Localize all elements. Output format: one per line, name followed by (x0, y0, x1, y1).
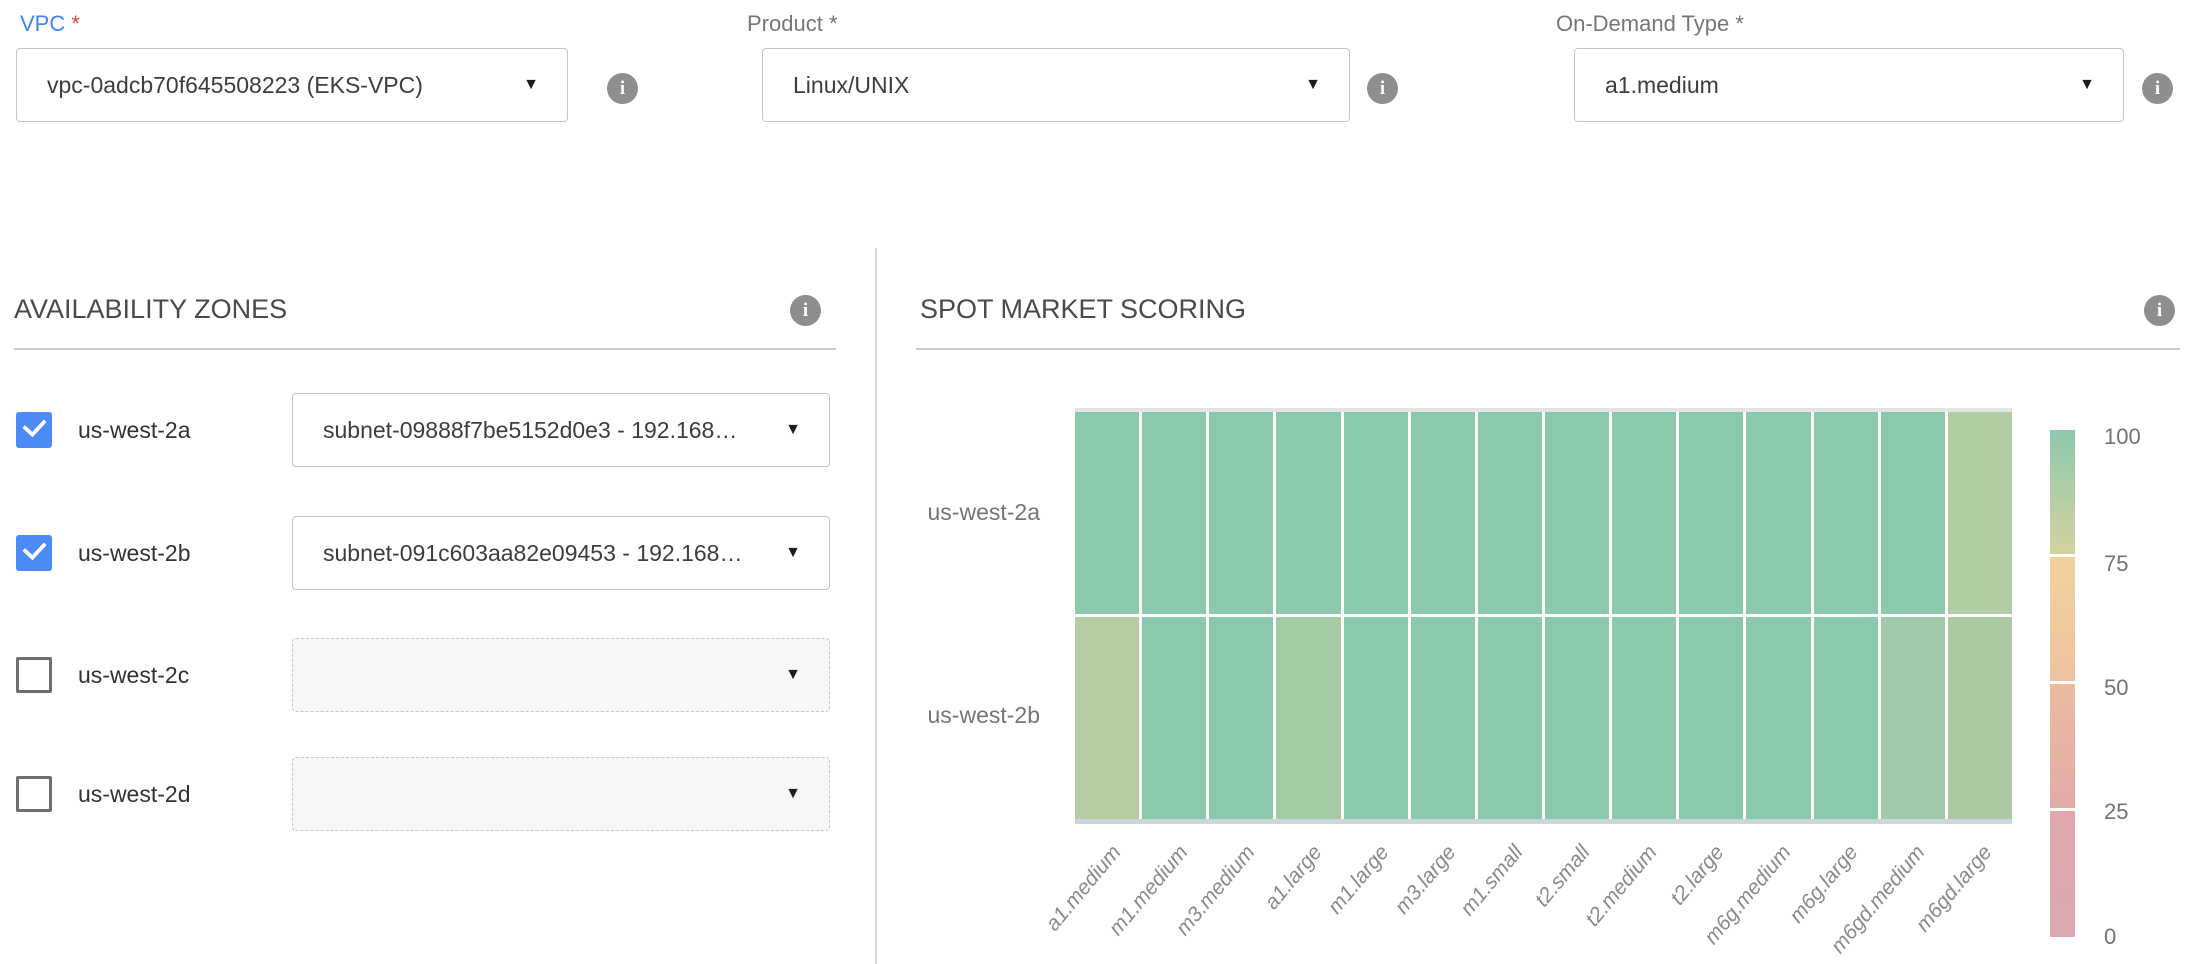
availability-zones-info-icon[interactable]: i (790, 295, 821, 326)
subnet-select-value: subnet-091c603aa82e09453 - 192.168… (293, 540, 773, 567)
heatmap-cell[interactable] (1814, 617, 1878, 819)
chevron-down-icon: ▼ (773, 666, 829, 684)
vpc-required-mark: * (71, 11, 80, 36)
product-info-icon[interactable]: i (1367, 73, 1398, 104)
colorbar-tick: 25 (2104, 799, 2128, 825)
on-demand-type-info-icon[interactable]: i (2142, 73, 2173, 104)
az-zone-label: us-west-2a (78, 393, 190, 467)
heatmap-cell[interactable] (1344, 412, 1408, 614)
vpc-info-icon[interactable]: i (607, 73, 638, 104)
colorbar-tick: 100 (2104, 424, 2141, 450)
heatmap-cell[interactable] (1679, 617, 1743, 819)
heatmap-cell[interactable] (1478, 412, 1542, 614)
chevron-down-icon: ▼ (2067, 76, 2123, 94)
product-required-mark: * (829, 11, 838, 36)
product-select[interactable]: Linux/UNIX ▼ (762, 48, 1350, 122)
heatmap-cell[interactable] (1948, 412, 2012, 614)
subnet-select-us-west-2a[interactable]: subnet-09888f7be5152d0e3 - 192.168… ▼ (292, 393, 830, 467)
az-zone-label: us-west-2c (78, 638, 189, 712)
heatmap-cell[interactable] (1746, 617, 1810, 819)
az-row-us-west-2c: us-west-2c ▼ (0, 638, 876, 712)
heatmap-cell[interactable] (1075, 617, 1139, 819)
az-zone-label: us-west-2d (78, 757, 190, 831)
chevron-down-icon: ▼ (773, 421, 829, 439)
section-divider (875, 248, 877, 964)
vpc-label-text: VPC (20, 11, 65, 36)
product-label: Product * (747, 11, 838, 37)
availability-zones-divider (14, 348, 836, 350)
heatmap-cell[interactable] (1142, 617, 1206, 819)
heatmap-cell[interactable] (1612, 412, 1676, 614)
product-label-text: Product (747, 11, 823, 36)
subnet-select-us-west-2b[interactable]: subnet-091c603aa82e09453 - 192.168… ▼ (292, 516, 830, 590)
check-icon (22, 536, 47, 561)
az-checkbox-us-west-2c[interactable] (16, 657, 52, 693)
chevron-down-icon: ▼ (773, 544, 829, 562)
az-checkbox-us-west-2b[interactable] (16, 535, 52, 571)
heatmap-cell[interactable] (1276, 412, 1340, 614)
heatmap-cell[interactable] (1142, 412, 1206, 614)
on-demand-type-select-value: a1.medium (1575, 72, 2067, 99)
check-icon (22, 413, 47, 438)
heatmap-cell[interactable] (1545, 617, 1609, 819)
chevron-down-icon: ▼ (773, 785, 829, 803)
heatmap-cell[interactable] (1881, 617, 1945, 819)
colorbar-segment (2050, 684, 2075, 808)
az-row-us-west-2d: us-west-2d ▼ (0, 757, 876, 831)
heatmap-cell[interactable] (1411, 617, 1475, 819)
vpc-label: VPC * (20, 11, 80, 37)
vpc-select-value: vpc-0adcb70f645508223 (EKS-VPC) (17, 72, 511, 99)
heatmap-cell[interactable] (1545, 412, 1609, 614)
heatmap-cell[interactable] (1276, 617, 1340, 819)
heatmap-grid (1075, 412, 2012, 819)
chevron-down-icon: ▼ (1293, 76, 1349, 94)
az-row-us-west-2a: us-west-2a subnet-09888f7be5152d0e3 - 19… (0, 393, 876, 467)
subnet-select-us-west-2d[interactable]: ▼ (292, 757, 830, 831)
colorbar-tick: 50 (2104, 675, 2128, 701)
chevron-down-icon: ▼ (511, 76, 567, 94)
vpc-select[interactable]: vpc-0adcb70f645508223 (EKS-VPC) ▼ (16, 48, 568, 122)
heatmap-cell[interactable] (1612, 617, 1676, 819)
az-zone-label: us-west-2b (78, 516, 190, 590)
spot-market-scoring-title: SPOT MARKET SCORING (920, 294, 1246, 325)
y-axis-label-us-west-2a: us-west-2a (860, 498, 1040, 526)
colorbar-segment (2050, 811, 2075, 937)
subnet-select-us-west-2c[interactable]: ▼ (292, 638, 830, 712)
az-row-us-west-2b: us-west-2b subnet-091c603aa82e09453 - 19… (0, 516, 876, 590)
on-demand-type-label: On-Demand Type * (1556, 11, 1744, 37)
on-demand-type-label-text: On-Demand Type (1556, 11, 1729, 36)
spot-market-scoring-divider (916, 348, 2180, 350)
heatmap-cell[interactable] (1478, 617, 1542, 819)
heatmap-cell[interactable] (1209, 412, 1273, 614)
heatmap-cell[interactable] (1679, 412, 1743, 614)
heatmap-bottom-border (1075, 819, 2012, 824)
on-demand-type-required-mark: * (1735, 11, 1744, 36)
heatmap-cell[interactable] (1948, 617, 2012, 819)
subnet-select-value: subnet-09888f7be5152d0e3 - 192.168… (293, 417, 773, 444)
spot-market-scoring-info-icon[interactable]: i (2144, 295, 2175, 326)
y-axis-label-us-west-2b: us-west-2b (860, 701, 1040, 729)
on-demand-type-select[interactable]: a1.medium ▼ (1574, 48, 2124, 122)
spot-cluster-config-page: VPC * vpc-0adcb70f645508223 (EKS-VPC) ▼ … (0, 0, 2196, 964)
colorbar-segment (2050, 557, 2075, 681)
az-checkbox-us-west-2d[interactable] (16, 776, 52, 812)
heatmap-cell[interactable] (1209, 617, 1273, 819)
product-select-value: Linux/UNIX (763, 72, 1293, 99)
spot-scoring-heatmap (1075, 408, 2012, 824)
availability-zones-title: AVAILABILITY ZONES (14, 294, 287, 325)
heatmap-cell[interactable] (1411, 412, 1475, 614)
colorbar-tick: 75 (2104, 551, 2128, 577)
az-checkbox-us-west-2a[interactable] (16, 412, 52, 448)
colorbar-tick: 0 (2104, 924, 2116, 950)
heatmap-cell[interactable] (1746, 412, 1810, 614)
heatmap-cell[interactable] (1075, 412, 1139, 614)
heatmap-cell[interactable] (1344, 617, 1408, 819)
heatmap-cell[interactable] (1814, 412, 1878, 614)
heatmap-cell[interactable] (1881, 412, 1945, 614)
colorbar-segment (2050, 430, 2075, 554)
